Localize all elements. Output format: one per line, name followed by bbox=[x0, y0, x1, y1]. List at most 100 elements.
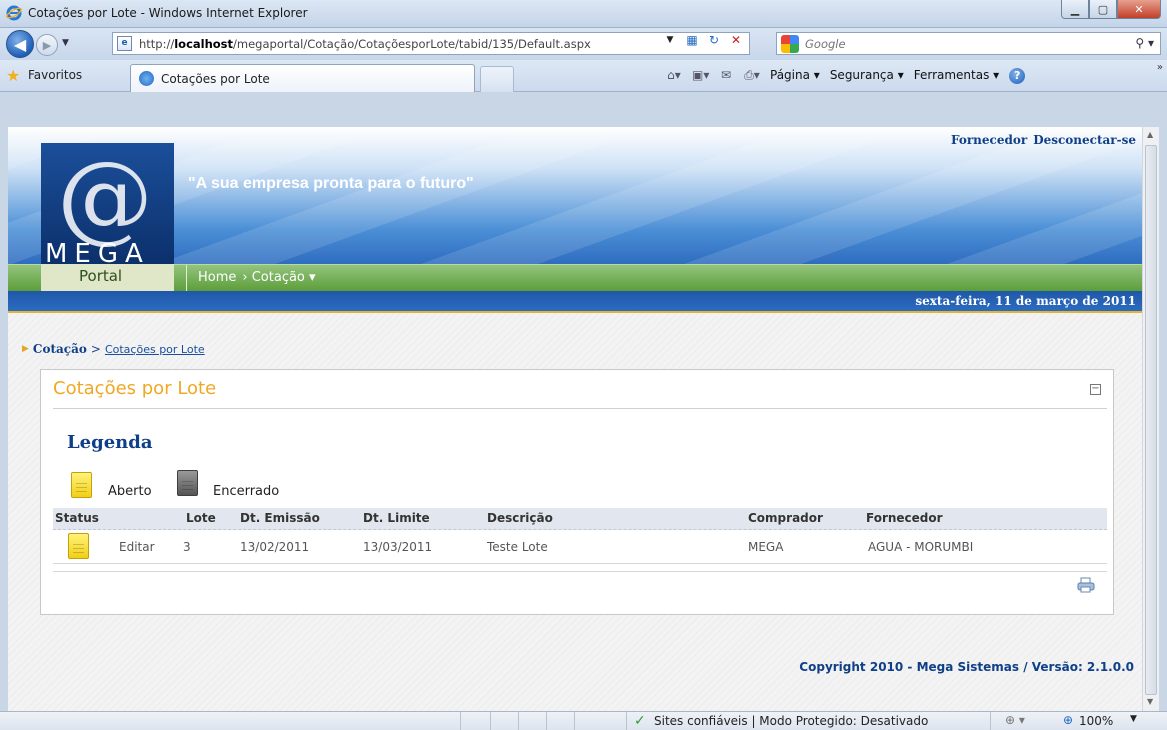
zoom-dropdown-icon[interactable]: ▼ bbox=[1130, 714, 1137, 724]
stop-icon[interactable]: ✕ bbox=[728, 32, 744, 48]
status-segment bbox=[490, 712, 491, 730]
status-segment bbox=[626, 712, 627, 730]
cell-lote: 3 bbox=[183, 540, 191, 554]
tools-menu[interactable]: Ferramentas ▾ bbox=[914, 68, 999, 84]
mega-logo[interactable]: @ MEGA bbox=[41, 143, 174, 269]
at-logo-icon: @ bbox=[57, 143, 153, 253]
new-tab-button[interactable] bbox=[480, 66, 514, 92]
col-lote[interactable]: Lote bbox=[186, 511, 216, 525]
print-toolbar-icon[interactable]: ⎙▾ bbox=[744, 68, 760, 84]
cell-emissao: 13/02/2011 bbox=[240, 540, 310, 554]
collapse-icon[interactable]: − bbox=[1090, 384, 1101, 395]
logo-portal-band: Portal bbox=[41, 264, 174, 291]
status-segment bbox=[990, 712, 991, 730]
cell-comprador: MEGA bbox=[748, 540, 784, 554]
col-fornecedor[interactable]: Fornecedor bbox=[866, 511, 943, 525]
favorites-star-icon[interactable]: ★ bbox=[6, 68, 20, 84]
page-icon: e bbox=[117, 36, 132, 51]
legend-open-label: Aberto bbox=[108, 484, 152, 499]
command-bar: ⌂▾ ▣▾ ✉ ⎙▾ Página ▾ Segurança ▾ Ferramen… bbox=[666, 68, 1026, 84]
search-icon[interactable]: ⚲ ▾ bbox=[1135, 36, 1154, 50]
scroll-up-icon[interactable]: ▲ bbox=[1147, 130, 1153, 139]
vertical-scrollbar[interactable]: ▲ ▼ bbox=[1142, 127, 1159, 711]
col-status[interactable]: Status bbox=[55, 511, 99, 525]
scroll-thumb[interactable] bbox=[1145, 145, 1157, 695]
window-controls: ▁ ▢ ✕ bbox=[1061, 0, 1161, 20]
status-open-icon bbox=[68, 533, 89, 559]
zoom-icon: ⊕ bbox=[1063, 713, 1074, 727]
ie-logo-icon bbox=[6, 5, 22, 21]
menu-cotacao[interactable]: › Cotação ▾ bbox=[242, 270, 315, 285]
user-link[interactable]: Fornecedor bbox=[951, 133, 1027, 147]
mail-icon[interactable]: ✉ bbox=[718, 68, 734, 84]
google-icon bbox=[781, 35, 799, 53]
maximize-button[interactable]: ▢ bbox=[1089, 0, 1117, 19]
table-header: Status Lote Dt. Emissão Dt. Limite Descr… bbox=[53, 508, 1107, 530]
home-icon[interactable]: ⌂▾ bbox=[666, 68, 682, 84]
history-dropdown-icon[interactable]: ▼ bbox=[62, 38, 69, 48]
col-limite[interactable]: Dt. Limite bbox=[363, 511, 430, 525]
col-emissao[interactable]: Dt. Emissão bbox=[240, 511, 320, 525]
breadcrumb-separator: > bbox=[90, 342, 101, 356]
menu-divider bbox=[186, 265, 187, 292]
copyright: Copyright 2010 - Mega Sistemas / Versão:… bbox=[799, 660, 1134, 674]
minimize-button[interactable]: ▁ bbox=[1061, 0, 1089, 19]
help-icon[interactable]: ? bbox=[1009, 68, 1026, 84]
col-comprador[interactable]: Comprador bbox=[748, 511, 823, 525]
search-input[interactable] bbox=[805, 37, 1105, 51]
user-links: Fornecedor Desconectar-se bbox=[951, 133, 1136, 147]
legend-title: Legenda bbox=[67, 432, 153, 453]
tab-label: Cotações por Lote bbox=[161, 72, 270, 86]
menu-home[interactable]: Home bbox=[198, 270, 236, 285]
zone-globe-icon[interactable]: ⊕ ▾ bbox=[1005, 713, 1025, 727]
window-title: Cotações por Lote - Windows Internet Exp… bbox=[28, 6, 308, 20]
cell-limite: 13/03/2011 bbox=[363, 540, 433, 554]
address-url[interactable]: http://localhost/megaportal/Cotação/Cota… bbox=[139, 37, 591, 51]
trusted-check-icon: ✓ bbox=[634, 713, 646, 729]
breadcrumb-current[interactable]: Cotações por Lote bbox=[105, 343, 205, 356]
scroll-down-icon[interactable]: ▼ bbox=[1147, 697, 1153, 706]
edit-link[interactable]: Editar bbox=[119, 540, 155, 554]
date-bar: sexta-feira, 11 de março de 2011 bbox=[8, 291, 1142, 313]
current-date: sexta-feira, 11 de março de 2011 bbox=[915, 294, 1136, 308]
address-dropdown-icon[interactable]: ▼ bbox=[662, 32, 678, 48]
main-menu: Home › Cotação ▾ bbox=[8, 264, 1142, 292]
address-bar[interactable]: e http://localhost/megaportal/Cotação/Co… bbox=[112, 32, 750, 55]
table-row: Editar 3 13/02/2011 13/03/2011 Teste Lot… bbox=[53, 530, 1107, 564]
page-menu[interactable]: Página ▾ bbox=[770, 68, 820, 84]
logout-link[interactable]: Desconectar-se bbox=[1033, 133, 1136, 147]
status-segment bbox=[574, 712, 575, 730]
cell-descricao: Teste Lote bbox=[487, 540, 548, 554]
status-segment bbox=[460, 712, 461, 730]
page-viewport: Fornecedor Desconectar-se "A sua empresa… bbox=[8, 127, 1142, 711]
feeds-icon[interactable]: ▣▾ bbox=[692, 68, 709, 84]
security-zone-text[interactable]: Sites confiáveis | Modo Protegido: Desat… bbox=[654, 714, 928, 728]
status-segment bbox=[546, 712, 547, 730]
slogan: "A sua empresa pronta para o futuro" bbox=[188, 175, 474, 192]
panel-divider bbox=[53, 408, 1107, 409]
refresh-icon[interactable]: ↻ bbox=[706, 32, 722, 48]
browser-tab[interactable]: Cotações por Lote bbox=[130, 64, 475, 92]
compatibility-icon[interactable]: ▦ bbox=[684, 32, 700, 48]
zoom-level[interactable]: 100% bbox=[1079, 714, 1113, 728]
breadcrumb-root[interactable]: Cotação bbox=[33, 342, 87, 356]
back-button[interactable]: ◀ bbox=[6, 30, 34, 58]
open-document-icon bbox=[71, 472, 92, 498]
address-tools: ▼ ▦ ↻ ✕ bbox=[662, 32, 744, 48]
browser-navbar: ◀ ▶ ▼ e http://localhost/megaportal/Cota… bbox=[0, 28, 1167, 60]
cotacoes-panel: Cotações por Lote − Legenda Aberto Encer… bbox=[40, 369, 1114, 615]
close-window-button[interactable]: ✕ bbox=[1117, 0, 1161, 19]
panel-title: Cotações por Lote bbox=[53, 378, 217, 399]
col-descricao[interactable]: Descrição bbox=[487, 511, 553, 525]
forward-button[interactable]: ▶ bbox=[36, 34, 58, 56]
tab-ie-icon bbox=[139, 71, 154, 86]
logo-subtext: Portal bbox=[79, 267, 123, 285]
portal-header: Fornecedor Desconectar-se "A sua empresa… bbox=[8, 127, 1142, 264]
closed-document-icon bbox=[177, 470, 198, 496]
favorites-button[interactable]: Favoritos bbox=[28, 68, 82, 82]
more-chevron-icon[interactable]: » bbox=[1157, 62, 1163, 73]
security-menu[interactable]: Segurança ▾ bbox=[830, 68, 904, 84]
search-box[interactable]: ⚲ ▾ bbox=[776, 32, 1161, 55]
breadcrumb: ▶ Cotação > Cotações por Lote bbox=[22, 342, 205, 356]
print-icon[interactable] bbox=[1077, 576, 1095, 594]
